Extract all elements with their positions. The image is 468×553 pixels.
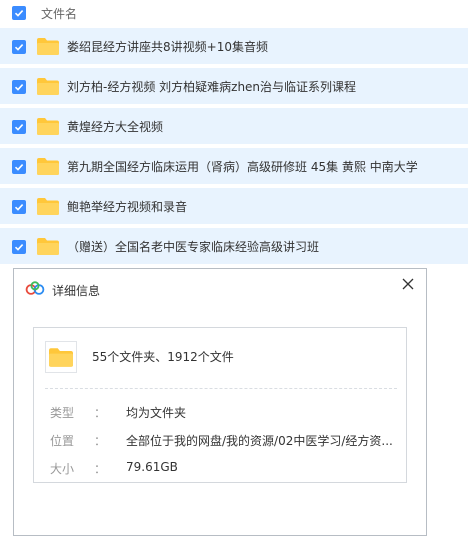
info-value: 79.61GB: [126, 460, 178, 474]
file-name[interactable]: 娄绍昆经方讲座共8讲视频+10集音频: [67, 28, 268, 66]
file-list-header: 文件名: [0, 0, 468, 26]
divider: [45, 388, 397, 389]
file-row[interactable]: 娄绍昆经方讲座共8讲视频+10集音频: [0, 28, 468, 66]
details-dialog: 详细信息 55个文件夹、1912个文件 类型 ： 均为文件夹 位置 ： 全部位于…: [13, 268, 427, 536]
file-row[interactable]: （赠送）全国名老中医专家临床经验高级讲习班: [0, 228, 468, 266]
info-colon: ：: [94, 462, 107, 476]
info-value: 全部位于我的网盘/我的资源/02中医学习/经方资...: [126, 434, 393, 448]
folder-icon: [37, 238, 59, 255]
dialog-title: 详细信息: [52, 284, 101, 298]
column-header-filename[interactable]: 文件名: [41, 5, 77, 22]
info-key: 大小: [50, 462, 75, 476]
folder-icon: [49, 347, 73, 367]
close-icon[interactable]: [401, 277, 415, 291]
summary-folder-thumb: [45, 341, 77, 373]
info-row-location: 位置 ： 全部位于我的网盘/我的资源/02中医学习/经方资...: [50, 432, 400, 448]
select-all-checkbox[interactable]: [12, 6, 26, 20]
selection-summary: 55个文件夹、1912个文件: [92, 350, 234, 364]
folder-icon: [37, 78, 59, 95]
check-icon: [14, 244, 24, 251]
folder-icon: [37, 38, 59, 55]
info-colon: ：: [94, 406, 107, 420]
row-checkbox[interactable]: [12, 40, 26, 54]
file-name[interactable]: 第九期全国经方临床运用（肾病）高级研修班 45集 黄熙 中南大学: [67, 148, 418, 186]
row-checkbox[interactable]: [12, 200, 26, 214]
file-row[interactable]: 第九期全国经方临床运用（肾病）高级研修班 45集 黄熙 中南大学: [0, 148, 468, 186]
check-icon: [14, 164, 24, 171]
info-value: 均为文件夹: [126, 406, 187, 420]
info-key: 类型: [50, 406, 75, 420]
file-row[interactable]: 刘方柏-经方视频 刘方柏疑难病zhen治与临证系列课程: [0, 68, 468, 106]
file-name[interactable]: 鲍艳举经方视频和录音: [67, 188, 187, 226]
file-row[interactable]: 黄煌经方大全视频: [0, 108, 468, 146]
check-icon: [14, 10, 24, 17]
file-name[interactable]: 刘方柏-经方视频 刘方柏疑难病zhen治与临证系列课程: [67, 68, 356, 106]
row-checkbox[interactable]: [12, 80, 26, 94]
baidu-cloud-icon: [25, 281, 45, 295]
check-icon: [14, 84, 24, 91]
folder-icon: [37, 158, 59, 175]
row-checkbox[interactable]: [12, 120, 26, 134]
check-icon: [14, 124, 24, 131]
details-card: 55个文件夹、1912个文件 类型 ： 均为文件夹 位置 ： 全部位于我的网盘/…: [33, 327, 407, 483]
folder-icon: [37, 198, 59, 215]
check-icon: [14, 44, 24, 51]
info-row-size: 大小 ： 79.61GB: [50, 460, 400, 476]
row-checkbox[interactable]: [12, 240, 26, 254]
info-colon: ：: [94, 434, 107, 448]
file-name[interactable]: 黄煌经方大全视频: [67, 108, 163, 146]
check-icon: [14, 204, 24, 211]
file-row[interactable]: 鲍艳举经方视频和录音: [0, 188, 468, 226]
info-key: 位置: [50, 434, 75, 448]
info-row-type: 类型 ： 均为文件夹: [50, 404, 400, 420]
folder-icon: [37, 118, 59, 135]
file-name[interactable]: （赠送）全国名老中医专家临床经验高级讲习班: [67, 228, 319, 266]
row-checkbox[interactable]: [12, 160, 26, 174]
